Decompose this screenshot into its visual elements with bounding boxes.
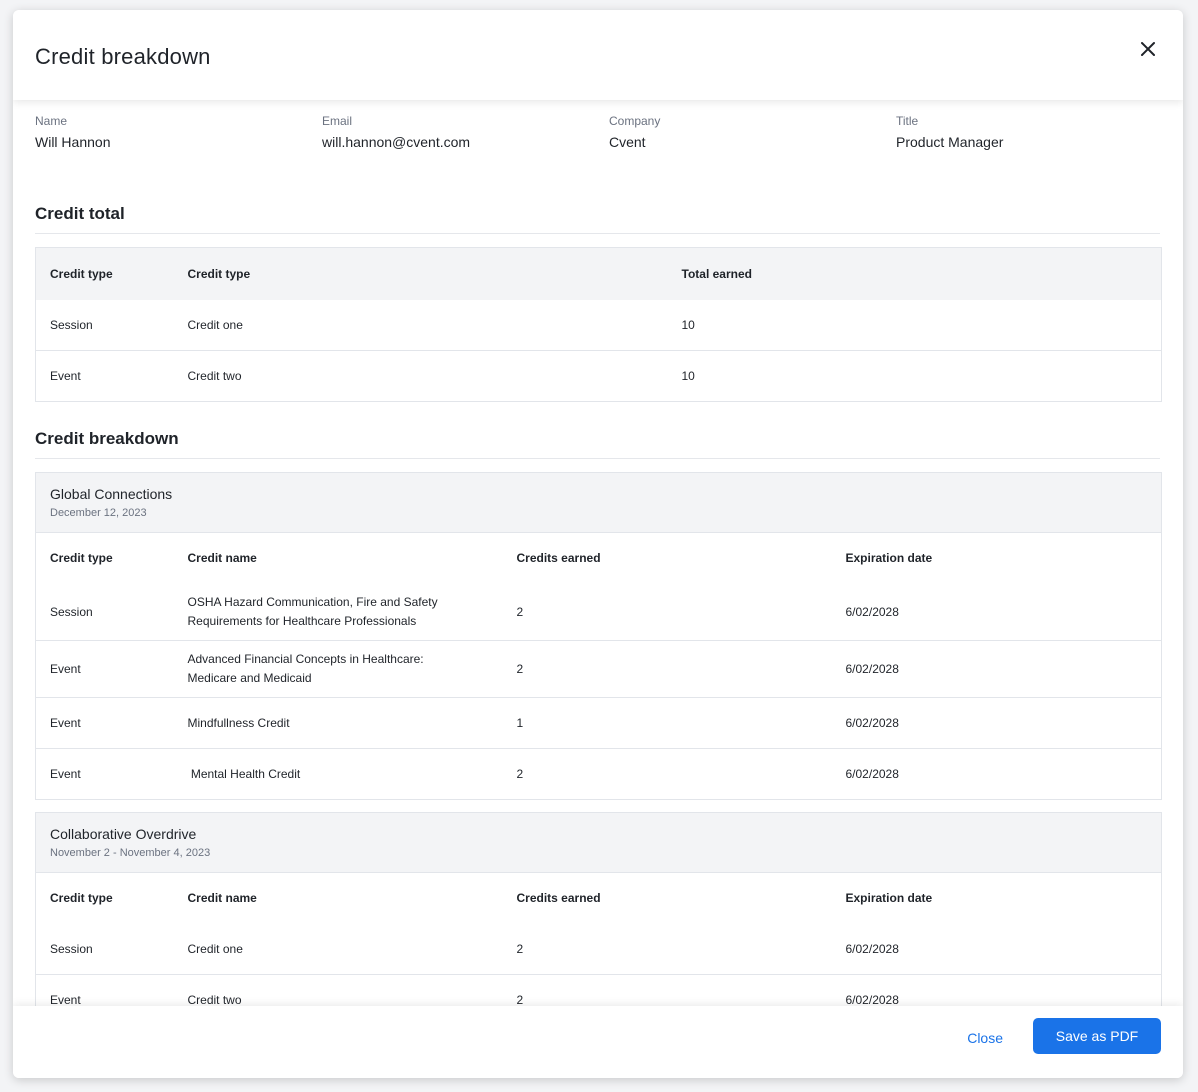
table-cell: 6/02/2028 [845, 993, 899, 1006]
group-header: Collaborative Overdrive November 2 - Nov… [35, 812, 1162, 873]
table-cell: 6/02/2028 [845, 767, 899, 781]
table-row: Event Credit two 2 6/02/2028 [36, 975, 1162, 1006]
table-cell: 10 [681, 317, 695, 332]
group-name: Collaborative Overdrive [50, 826, 197, 842]
table-header-row: Credit type Credit name Credits earned E… [35, 532, 1162, 584]
column-header: Credit name [187, 891, 257, 906]
credit-breakdown-heading: Credit breakdown [35, 429, 179, 448]
info-label: Company [609, 114, 661, 128]
table-cell: Mindfullness Credit [187, 716, 290, 730]
column-header: Credit type [50, 891, 113, 906]
table-row: Session OSHA Hazard Communication, Fire … [35, 584, 1162, 641]
table-cell: Event [50, 767, 81, 781]
column-header: Total earned [681, 266, 752, 281]
table-cell: 1 [516, 716, 524, 730]
table-row: Event Advanced Financial Concepts in Hea… [35, 641, 1162, 698]
divider [35, 458, 1160, 459]
column-header: Expiration date [845, 551, 933, 566]
table-cell: Event [50, 716, 81, 730]
table-cell: 6/02/2028 [845, 662, 899, 676]
table-cell: 6/02/2028 [845, 716, 899, 730]
group-header-cell: Collaborative Overdrive November 2 - Nov… [36, 813, 1162, 873]
info-name: Name Will Hannon [35, 114, 110, 150]
table-cell: Credit two [187, 369, 242, 383]
info-label: Title [896, 114, 919, 128]
column-header: Credit type [187, 266, 251, 281]
table-cell: Event [50, 993, 81, 1006]
table-cell: Session [50, 317, 93, 332]
info-label: Email [322, 114, 353, 128]
table-cell: 2 [516, 993, 524, 1006]
table-cell: Mental Health Credit [187, 767, 301, 781]
table-row: Session Credit one 2 6/02/2028 [35, 924, 1162, 975]
table-cell: Session [50, 941, 93, 956]
table-row: Event Mental Health Credit 2 6/02/2028 [36, 749, 1162, 800]
modal-title: Credit breakdown [35, 44, 211, 69]
modal-header: Credit breakdown [13, 10, 1183, 100]
column-header: Credits earned [516, 891, 601, 906]
info-email: Email will.hannon@cvent.com [322, 114, 470, 150]
breakdown-group-table: Collaborative Overdrive November 2 - Nov… [35, 812, 1162, 1006]
table-cell: OSHA Hazard Communication, Fire and Safe… [187, 594, 438, 628]
table-row: Event Credit two 10 [36, 351, 1162, 402]
group-date: December 12, 2023 [50, 507, 147, 519]
info-value: will.hannon@cvent.com [322, 134, 471, 150]
column-header: Credits earned [516, 551, 601, 566]
table-row: Session Credit one 10 [35, 300, 1162, 351]
column-header: Credit type [50, 551, 113, 566]
save-as-pdf-button[interactable]: Save as PDF [1033, 1018, 1161, 1054]
table-cell: Credit one [187, 317, 243, 332]
table-cell: Credit two [187, 993, 242, 1006]
column-header: Credit name [187, 551, 257, 566]
info-company: Company Cvent [609, 114, 660, 150]
table-cell: 2 [516, 941, 524, 956]
breakdown-group-table: Global Connections December 12, 2023 Cre… [35, 472, 1162, 800]
table-row: Event Mindfullness Credit 1 6/02/2028 [35, 698, 1162, 749]
table-cell: 10 [681, 369, 695, 383]
column-header: Credit type [50, 266, 113, 281]
close-icon[interactable] [1135, 36, 1161, 62]
table-cell: 2 [516, 662, 524, 676]
info-value: Product Manager [896, 134, 1004, 150]
table-cell: 2 [516, 767, 524, 781]
group-header: Global Connections December 12, 2023 [35, 472, 1162, 533]
table-cell: Credit one [187, 941, 243, 956]
column-header: Expiration date [845, 891, 933, 906]
info-label: Name [35, 114, 68, 128]
group-name: Global Connections [50, 486, 173, 502]
credit-total-table: Credit type Credit type Total earned Ses… [35, 247, 1162, 402]
table-cell: Event [50, 369, 81, 383]
table-cell: 6/02/2028 [845, 941, 899, 956]
credit-total-heading: Credit total [35, 204, 125, 223]
modal-body[interactable]: Name Will Hannon Email will.hannon@cvent… [13, 100, 1183, 1006]
table-cell: 6/02/2028 [845, 604, 899, 619]
info-title: Title Product Manager [896, 114, 1003, 150]
close-button[interactable]: Close [967, 1030, 1003, 1046]
group-header-cell: Global Connections December 12, 2023 [36, 473, 1162, 533]
group-date: November 2 - November 4, 2023 [50, 847, 211, 859]
info-value: Cvent [609, 134, 646, 150]
modal-footer: Close Save as PDF [13, 1006, 1183, 1078]
table-cell: Event [50, 662, 81, 676]
divider [35, 233, 1160, 234]
table-header-row: Credit type Credit type Total earned [35, 247, 1162, 300]
table-cell: Advanced Financial Concepts in Healthcar… [187, 652, 424, 685]
table-header-row: Credit type Credit name Credits earned E… [35, 872, 1162, 924]
attendee-info: Name Will Hannon Email will.hannon@cvent… [35, 114, 1165, 164]
credit-breakdown-modal: Credit breakdown Name Will Hannon Email … [13, 10, 1183, 1078]
info-value: Will Hannon [35, 134, 111, 150]
table-cell: Session [50, 604, 93, 619]
table-cell: 2 [516, 604, 524, 619]
